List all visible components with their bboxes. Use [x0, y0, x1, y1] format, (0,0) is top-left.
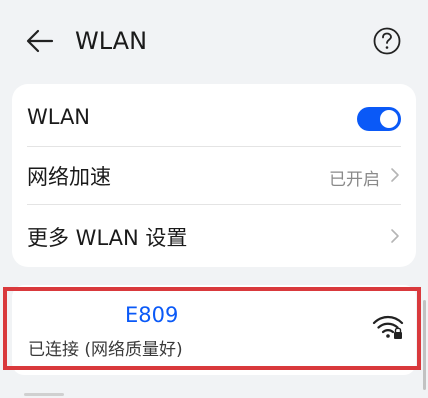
- scrollbar[interactable]: [423, 300, 426, 390]
- back-button[interactable]: [24, 26, 58, 56]
- network-accelerate-row[interactable]: 网络加速 已开启: [12, 146, 416, 204]
- wlan-row[interactable]: WLAN: [12, 84, 416, 146]
- chevron-right-icon: [391, 229, 399, 243]
- settings-card: WLAN 网络加速 已开启 更多 WLAN 设置: [12, 84, 416, 267]
- page-title: WLAN: [75, 27, 148, 55]
- connected-network-item[interactable]: E809 已连接 (网络质量好): [12, 285, 416, 375]
- network-accelerate-label: 网络加速: [27, 165, 111, 189]
- help-button[interactable]: [372, 26, 402, 56]
- arrow-left-icon: [26, 29, 54, 53]
- chevron-right-icon: [391, 168, 399, 182]
- question-circle-icon: [373, 27, 401, 55]
- header: WLAN: [0, 0, 428, 84]
- wlan-toggle[interactable]: [357, 107, 401, 131]
- wlan-label: WLAN: [27, 105, 91, 129]
- more-wlan-settings-row[interactable]: 更多 WLAN 设置: [12, 204, 416, 267]
- network-status: 已连接 (网络质量好): [28, 340, 183, 360]
- next-section-peek: [24, 393, 84, 398]
- network-accelerate-value: 已开启: [329, 170, 380, 190]
- network-name: E809: [125, 303, 179, 327]
- toggle-knob: [380, 110, 398, 128]
- wifi-locked-icon: [372, 315, 404, 339]
- more-wlan-settings-label: 更多 WLAN 设置: [27, 226, 188, 250]
